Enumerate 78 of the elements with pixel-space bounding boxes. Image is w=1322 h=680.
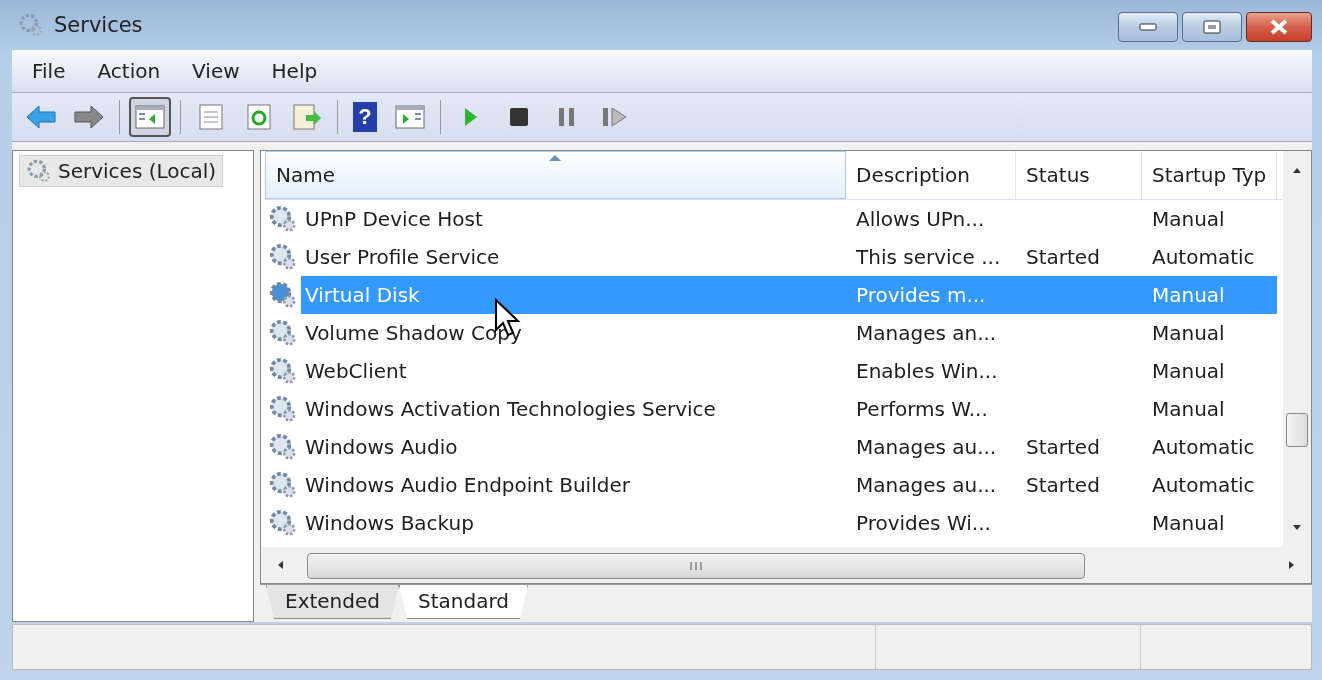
window-pane-icon [395,103,425,131]
service-name[interactable]: UPnP Device Host [301,200,846,238]
gear-icon [268,280,298,310]
gear-icon [268,470,298,500]
menu-item[interactable]: Help [259,55,330,87]
gear-icon [268,432,298,462]
column-header[interactable]: Name [265,151,846,199]
column-header[interactable]: Description [846,151,1016,199]
table-cell-text: Enables Win... [855,358,999,385]
gear-icon [268,242,298,272]
gear-icon [18,12,44,38]
table-cell-text: Manual [1151,396,1226,423]
gear-icon [268,318,298,348]
export-icon [292,103,322,131]
table-cell-text: Started [1025,472,1101,499]
close-button[interactable] [1246,12,1312,42]
table-cell-text: Manages an... [855,320,998,347]
table-cell-text: Manual [1151,320,1226,347]
horizontal-scrollbar[interactable] [261,547,1311,583]
table-cell-text: Automatic [1151,434,1256,461]
table-cell: Manual [1142,276,1277,314]
table-cell-text: Started [1025,244,1101,271]
help-button[interactable]: ? [347,97,383,137]
maximize-button[interactable] [1182,12,1242,42]
tree-item-label: Services (Local) [58,159,217,183]
gear-icon [268,204,298,234]
service-name[interactable]: Windows Activation Technologies Service [301,390,846,428]
refresh-icon [244,103,274,131]
column-header-label: Status [1026,163,1090,187]
table-cell-text: Provides Wi... [855,510,992,537]
vertical-scrollbar[interactable] [1283,151,1311,547]
maximize-icon [1203,20,1221,34]
column-header-label: Startup Typ [1152,163,1267,187]
column-header[interactable]: Startup Typ [1142,151,1277,199]
console-tree-button[interactable] [129,97,171,137]
sort-arrow-icon [548,154,562,162]
menu-item[interactable]: View [180,55,252,87]
document-icon [196,103,226,131]
scrollbar-thumb[interactable] [307,553,1085,579]
service-name[interactable]: Windows Audio [301,428,846,466]
grip-icon [688,561,704,571]
service-name[interactable]: WebClient [301,352,846,390]
gear-icon [26,158,52,184]
table-cell-text: Automatic [1151,472,1256,499]
column-header-label: Name [276,163,335,187]
menu-item[interactable]: Action [85,55,173,87]
table-cell-text: This service ... [855,244,1002,271]
column-header-label: Description [856,163,970,187]
service-name[interactable]: User Profile Service [301,238,846,276]
close-icon [1269,19,1289,35]
window-title: Services [54,13,143,37]
table-cell: Provides m... [846,276,1016,314]
service-name[interactable]: Windows Backup [301,504,846,542]
table-cell-text: Manual [1151,206,1226,233]
table-cell-text: Allows UPn... [855,206,986,233]
gear-icon [268,356,298,386]
menu-item[interactable]: File [20,55,78,87]
table-cell-text: Manages au... [855,472,998,499]
minimize-icon [1139,23,1157,31]
view-tab[interactable]: Standard [399,585,528,619]
help-icon: ? [353,102,377,132]
table-cell-text: Performs W... [855,396,989,423]
window-pane-icon [135,103,165,131]
gear-icon [268,508,298,538]
right-arrow-icon [74,103,104,131]
table-cell-text: Manages au... [855,434,998,461]
left-arrow-icon [26,103,56,131]
service-name[interactable]: Windows Audio Endpoint Builder [301,466,846,504]
minimize-button[interactable] [1118,12,1178,42]
table-cell-text: Manual [1151,358,1226,385]
scrollbar-thumb[interactable] [1286,413,1308,447]
column-header[interactable]: Status [1016,151,1142,199]
table-cell-text: Started [1025,434,1101,461]
table-cell-text: Automatic [1151,244,1256,271]
view-tab[interactable]: Extended [266,585,399,619]
gear-icon [268,394,298,424]
table-cell-text: Manual [1151,510,1226,537]
tree-item[interactable]: Services (Local) [19,155,224,187]
